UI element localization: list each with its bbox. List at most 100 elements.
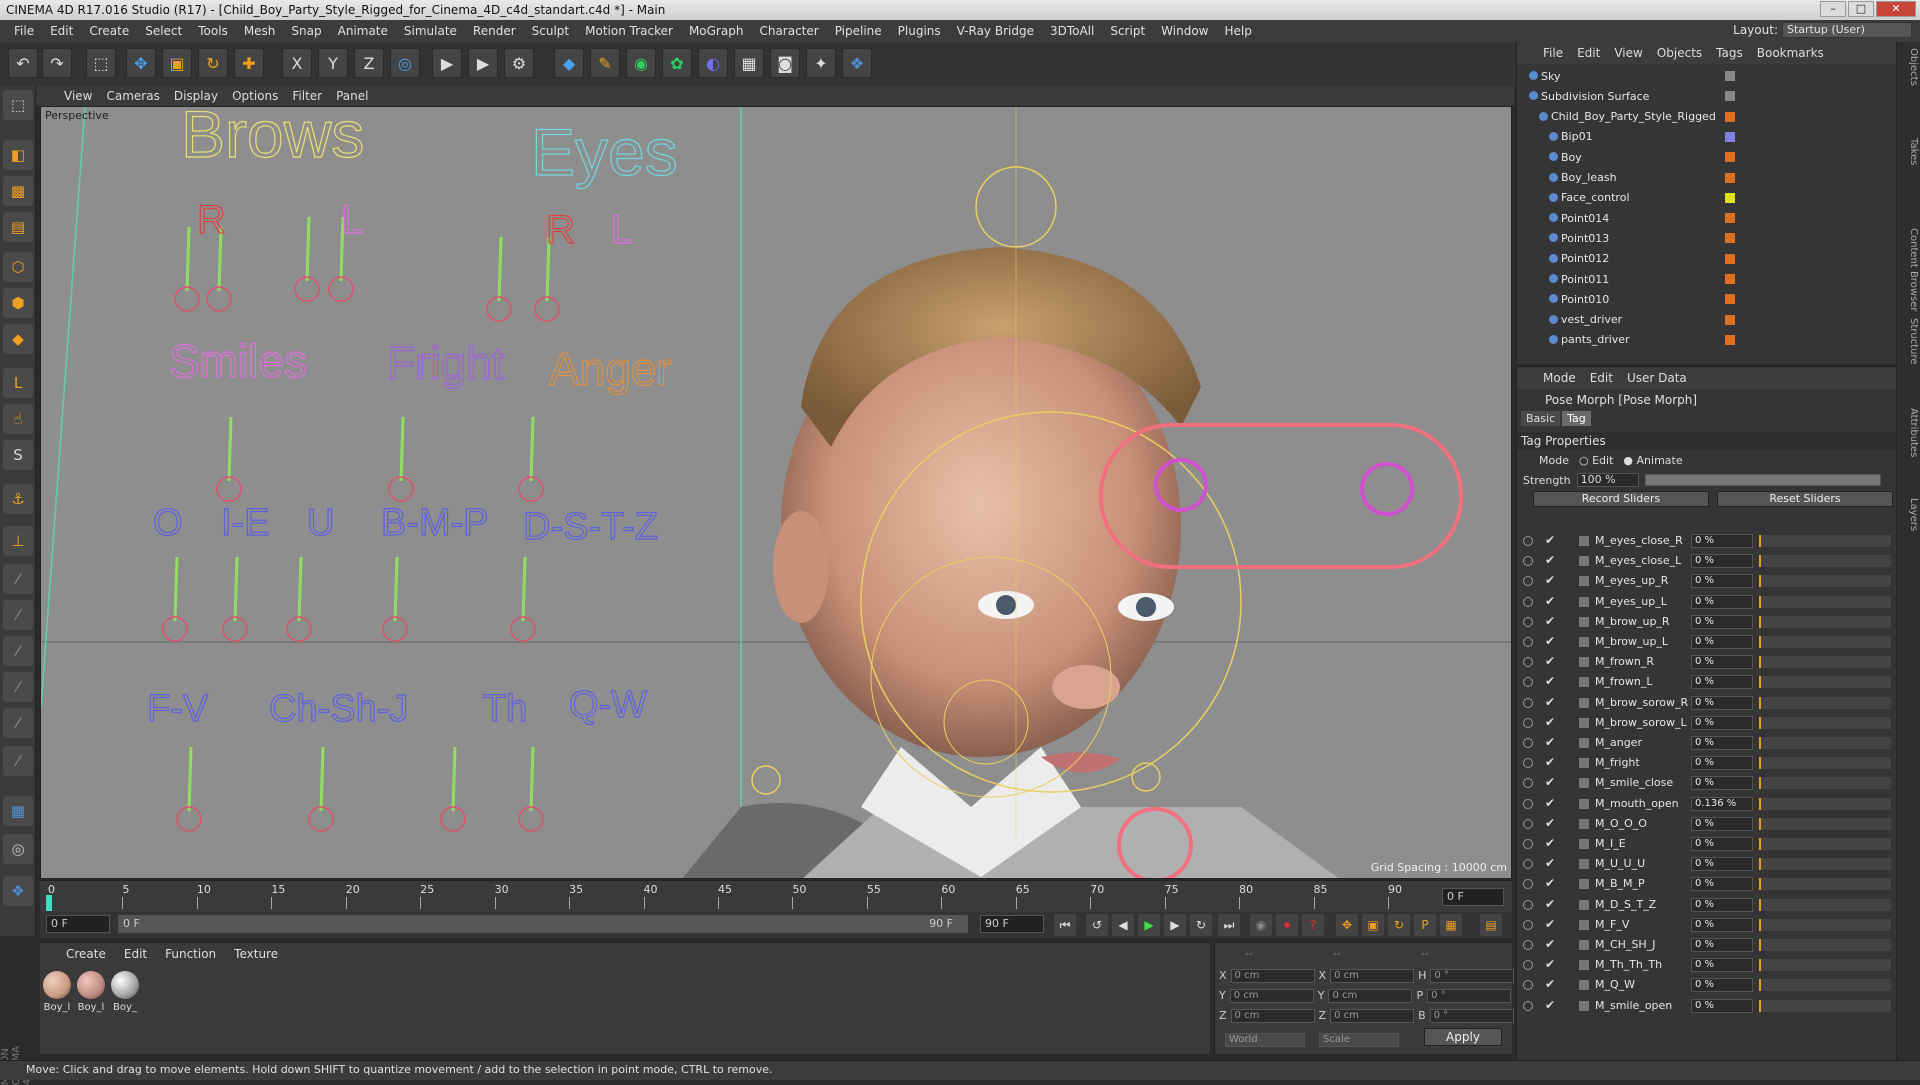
object-menu-bookmarks[interactable]: Bookmarks <box>1757 46 1824 60</box>
coordinate-system-icon[interactable]: ◎ <box>390 48 420 78</box>
render-settings-icon[interactable]: ⚙ <box>504 48 534 78</box>
slider-value-field[interactable]: 0 % <box>1691 614 1753 629</box>
layout-dropdown[interactable]: Startup (User) <box>1782 22 1912 38</box>
object-menu-tags[interactable]: Tags <box>1716 46 1743 60</box>
deformer-icon[interactable]: ◐ <box>698 48 728 78</box>
slider-value-field[interactable]: 0 % <box>1691 877 1753 892</box>
lock-icon[interactable]: ▦ <box>3 796 33 826</box>
slider-anim-dot[interactable] <box>1523 960 1533 971</box>
slider-enable-checkbox[interactable]: ✔ <box>1545 573 1555 587</box>
strength-slider[interactable] <box>1644 474 1881 486</box>
viewport[interactable]: Brows Eyes R L R L Smiles Fright Anger O… <box>40 106 1512 879</box>
menu-motion-tracker[interactable]: Motion Tracker <box>577 24 681 38</box>
slider-anim-dot[interactable] <box>1523 616 1533 627</box>
slider-anim-dot[interactable] <box>1523 596 1533 607</box>
slider-value-field[interactable]: 0 % <box>1691 998 1753 1013</box>
slider-value-field[interactable]: 0 % <box>1691 816 1753 831</box>
object-row[interactable]: Point013 <box>1517 228 1895 248</box>
object-menu-file[interactable]: File <box>1543 46 1563 60</box>
end-frame-field[interactable]: 90 F <box>980 915 1044 933</box>
coord-mode-dropdown[interactable]: Scale <box>1319 1033 1399 1047</box>
material-menu-edit[interactable]: Edit <box>124 947 147 961</box>
slider-value-field[interactable]: 0 % <box>1691 715 1753 730</box>
timeline-icon[interactable]: ▤ <box>1480 914 1502 936</box>
start-frame-field[interactable]: 0 F <box>46 915 110 933</box>
slider-value-field[interactable]: 0 % <box>1691 574 1753 589</box>
x-axis-icon[interactable]: X <box>282 48 312 78</box>
recent-tool-icon[interactable]: ✚ <box>234 48 264 78</box>
viewport-menu-display[interactable]: Display <box>174 89 218 103</box>
make-editable-icon[interactable]: ⬚ <box>3 90 33 120</box>
slider-enable-checkbox[interactable]: ✔ <box>1545 533 1555 547</box>
slider-track[interactable] <box>1759 939 1891 951</box>
slider-value-field[interactable]: 0 % <box>1691 695 1753 710</box>
tweak-mode-icon[interactable]: ☝ <box>3 404 33 434</box>
menu-snap[interactable]: Snap <box>283 24 329 38</box>
coord-space-dropdown[interactable]: World <box>1225 1033 1305 1047</box>
slider-enable-checkbox[interactable]: ✔ <box>1545 937 1555 951</box>
brush-icon[interactable]: ⁄ <box>3 564 33 594</box>
render-view-icon[interactable]: ▶ <box>432 48 462 78</box>
strength-field[interactable]: 100 % <box>1576 473 1639 487</box>
slider-track[interactable] <box>1759 716 1891 729</box>
menu-edit[interactable]: Edit <box>42 24 81 38</box>
axis-mode-icon[interactable]: L <box>3 368 33 398</box>
slider-track[interactable] <box>1759 999 1891 1012</box>
attribute-menu-user-data[interactable]: User Data <box>1627 371 1687 385</box>
object-row[interactable]: Point014 <box>1517 208 1895 228</box>
record-icon[interactable]: ⏺ <box>1276 914 1298 936</box>
rot-p-field[interactable]: 0 ° <box>1427 989 1512 1003</box>
viewport-menu-cameras[interactable]: Cameras <box>106 89 159 103</box>
mode-edit-radio[interactable]: ○ Edit <box>1579 454 1613 467</box>
slider-anim-dot[interactable] <box>1523 839 1533 849</box>
slider-enable-checkbox[interactable]: ✔ <box>1545 796 1555 810</box>
timeline-playhead[interactable] <box>46 895 52 911</box>
y-axis-icon[interactable]: Y <box>318 48 348 78</box>
slider-track[interactable] <box>1759 858 1891 871</box>
cube-icon[interactable]: ◆ <box>554 48 584 78</box>
texture-mode-icon[interactable]: ▩ <box>3 176 33 206</box>
slider-enable-checkbox[interactable]: ✔ <box>1545 856 1555 870</box>
reset-sliders-button[interactable]: Reset Sliders <box>1717 491 1893 507</box>
slider-track[interactable] <box>1759 757 1891 770</box>
move-icon[interactable]: ✥ <box>126 48 156 78</box>
slider-anim-dot[interactable] <box>1523 859 1533 870</box>
slider-enable-checkbox[interactable]: ✔ <box>1545 735 1555 749</box>
slider-value-field[interactable]: 0.136 % <box>1691 796 1753 811</box>
slider-value-field[interactable]: 0 % <box>1691 897 1753 912</box>
next-frame-icon[interactable]: ▶ <box>1164 914 1186 936</box>
menu-v-ray-bridge[interactable]: V-Ray Bridge <box>949 24 1042 38</box>
material-menu-function[interactable]: Function <box>165 947 216 961</box>
key-rotation-icon[interactable]: ↻ <box>1388 914 1410 936</box>
python-script-icon[interactable]: ❖ <box>3 876 33 906</box>
undo-icon[interactable]: ↶ <box>8 48 38 78</box>
scale-icon[interactable]: ▣ <box>162 48 192 78</box>
object-menu-view[interactable]: View <box>1614 46 1642 60</box>
slider-track[interactable] <box>1759 636 1891 648</box>
object-row[interactable]: Sky <box>1517 66 1895 86</box>
previous-key-icon[interactable]: ↺ <box>1086 914 1108 936</box>
pos-z-field[interactable]: 0 cm <box>1230 1009 1315 1023</box>
slider-enable-checkbox[interactable]: ✔ <box>1545 897 1555 911</box>
menu-create[interactable]: Create <box>81 24 137 38</box>
slider-enable-checkbox[interactable]: ✔ <box>1545 695 1555 709</box>
slider-value-field[interactable]: 0 % <box>1691 756 1753 771</box>
slider-track[interactable] <box>1759 656 1891 669</box>
slider-track[interactable] <box>1759 615 1891 628</box>
size-y-field[interactable]: 0 cm <box>1328 989 1413 1003</box>
apply-button[interactable]: Apply <box>1424 1028 1502 1046</box>
slider-anim-dot[interactable] <box>1523 637 1533 647</box>
autokey-icon[interactable]: ? <box>1302 914 1324 936</box>
viewport-menu-filter[interactable]: Filter <box>292 89 322 103</box>
mode-animate-radio[interactable]: ● Animate <box>1623 454 1682 467</box>
tab-basic[interactable]: Basic <box>1521 411 1561 426</box>
menu-mesh[interactable]: Mesh <box>236 24 284 38</box>
slider-track[interactable] <box>1759 898 1891 911</box>
material-menu-create[interactable]: Create <box>66 947 106 961</box>
slider-value-field[interactable]: 0 % <box>1691 837 1753 851</box>
attribute-menu-mode[interactable]: Mode <box>1543 371 1576 385</box>
right-tab-takes[interactable]: Takes <box>1899 138 1919 165</box>
slider-track[interactable] <box>1759 595 1891 608</box>
close-button[interactable]: ✕ <box>1876 1 1916 17</box>
edges-mode-icon[interactable]: ⬢ <box>3 288 33 318</box>
